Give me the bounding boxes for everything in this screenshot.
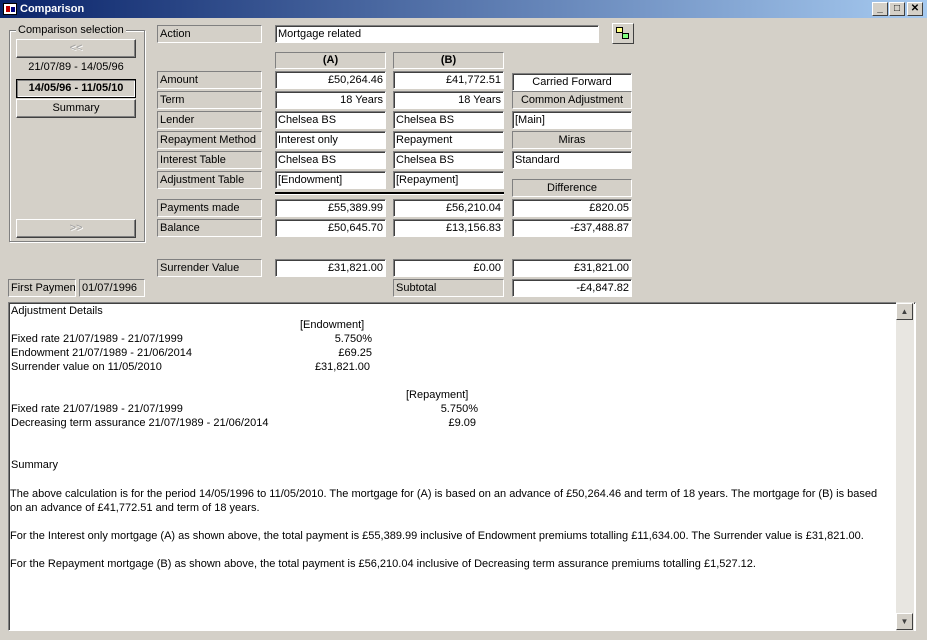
miras-field[interactable]: Standard [512,151,632,169]
lender-b-field[interactable]: Chelsea BS [393,111,504,129]
payments-made-difference-field[interactable]: £820.05 [512,199,632,217]
column-b-header: (B) [393,52,504,69]
app-icon [3,3,17,15]
repayment-line-value: 5.750% [440,403,478,415]
interest-table-b-field[interactable]: Chelsea BS [393,151,504,169]
endowment-line-value: £69.25 [338,347,372,359]
first-payment-value: 01/07/1996 [79,279,145,297]
adjustment-table-label: Adjustment Table [157,171,262,189]
repayment-line-value: £9.09 [448,417,476,429]
balance-label: Balance [157,219,262,237]
endowment-header: [Endowment] [300,319,365,331]
column-a-header: (A) [275,52,386,69]
details-heading: Adjustment Details [11,305,103,317]
payments-made-a-field[interactable]: £55,389.99 [275,199,386,217]
subtotal-field[interactable]: -£4,847.82 [512,279,632,297]
period-button-1[interactable]: 21/07/89 - 14/05/96 [16,59,136,78]
interest-table-a-field[interactable]: Chelsea BS [275,151,386,169]
repayment-method-a-field[interactable]: Interest only [275,131,386,149]
window-title: Comparison [20,3,85,15]
balance-b-field[interactable]: £13,156.83 [393,219,504,237]
difference-label: Difference [512,179,632,197]
common-adjustment-label: Common Adjustment [512,91,632,109]
first-payment-label: First Payment [8,279,76,297]
totals-divider [275,192,504,195]
window-icon [622,33,629,39]
repayment-method-label: Repayment Method [157,131,262,149]
surrender-value-label: Surrender Value [157,259,262,277]
summary-heading: Summary [11,459,59,471]
scroll-up-icon[interactable]: ▲ [896,303,913,320]
repayment-header: [Repayment] [406,389,469,401]
term-label: Term [157,91,262,109]
subtotal-label: Subtotal [393,279,504,297]
minimize-button[interactable]: _ [872,2,888,16]
action-field[interactable]: Mortgage related [275,25,599,43]
repayment-line-desc: Decreasing term assurance 21/07/1989 - 2… [11,417,269,429]
summary-paragraph: For the Interest only mortgage (A) as sh… [10,530,864,542]
amount-a-field[interactable]: £50,264.46 [275,71,386,89]
next-button[interactable]: >> [16,219,136,238]
endowment-line-value: 5.750% [334,333,372,345]
repayment-line-desc: Fixed rate 21/07/1989 - 21/07/1999 [11,403,183,415]
action-label: Action [157,25,262,43]
amount-label: Amount [157,71,262,89]
payments-made-label: Payments made [157,199,262,217]
carried-forward-field[interactable]: Carried Forward [512,73,632,91]
endowment-line-desc: Fixed rate 21/07/1989 - 21/07/1999 [11,333,183,345]
term-a-field[interactable]: 18 Years [275,91,386,109]
surrender-value-a-field[interactable]: £31,821.00 [275,259,386,277]
lender-a-field[interactable]: Chelsea BS [275,111,386,129]
adjustment-table-a-field[interactable]: [Endowment] [275,171,386,189]
title-bar[interactable]: Comparison _ □ ✕ [0,0,927,18]
summary-paragraph: For the Repayment mortgage (B) as shown … [10,558,756,570]
comparison-selection-legend: Comparison selection [16,24,126,36]
miras-label: Miras [512,131,632,149]
summary-paragraph: The above calculation is for the period … [10,488,878,514]
endowment-line-value: £31,821.00 [314,361,370,373]
interest-table-label: Interest Table [157,151,262,169]
summary-button[interactable]: Summary [16,99,136,118]
scroll-down-icon[interactable]: ▼ [896,613,913,630]
repayment-method-b-field[interactable]: Repayment [393,131,504,149]
surrender-value-difference-field[interactable]: £31,821.00 [512,259,632,277]
close-button[interactable]: ✕ [907,2,923,16]
period-button-2[interactable]: 14/05/96 - 11/05/10 [16,79,136,98]
balance-a-field[interactable]: £50,645.70 [275,219,386,237]
balance-difference-field[interactable]: -£37,488.87 [512,219,632,237]
surrender-value-b-field[interactable]: £0.00 [393,259,504,277]
lender-label: Lender [157,111,262,129]
previous-button[interactable]: << [16,39,136,58]
common-adjustment-field[interactable]: [Main] [512,111,632,129]
details-scrollbar[interactable]: ▲ ▼ [896,302,914,631]
maximize-button[interactable]: □ [889,2,905,16]
term-b-field[interactable]: 18 Years [393,91,504,109]
amount-b-field[interactable]: £41,772.51 [393,71,504,89]
payments-made-b-field[interactable]: £56,210.04 [393,199,504,217]
endowment-line-desc: Endowment 21/07/1989 - 21/06/2014 [11,347,193,359]
compare-windows-button[interactable] [612,23,634,44]
endowment-line-desc: Surrender value on 11/05/2010 [11,361,162,373]
adjustment-table-b-field[interactable]: [Repayment] [393,171,504,189]
